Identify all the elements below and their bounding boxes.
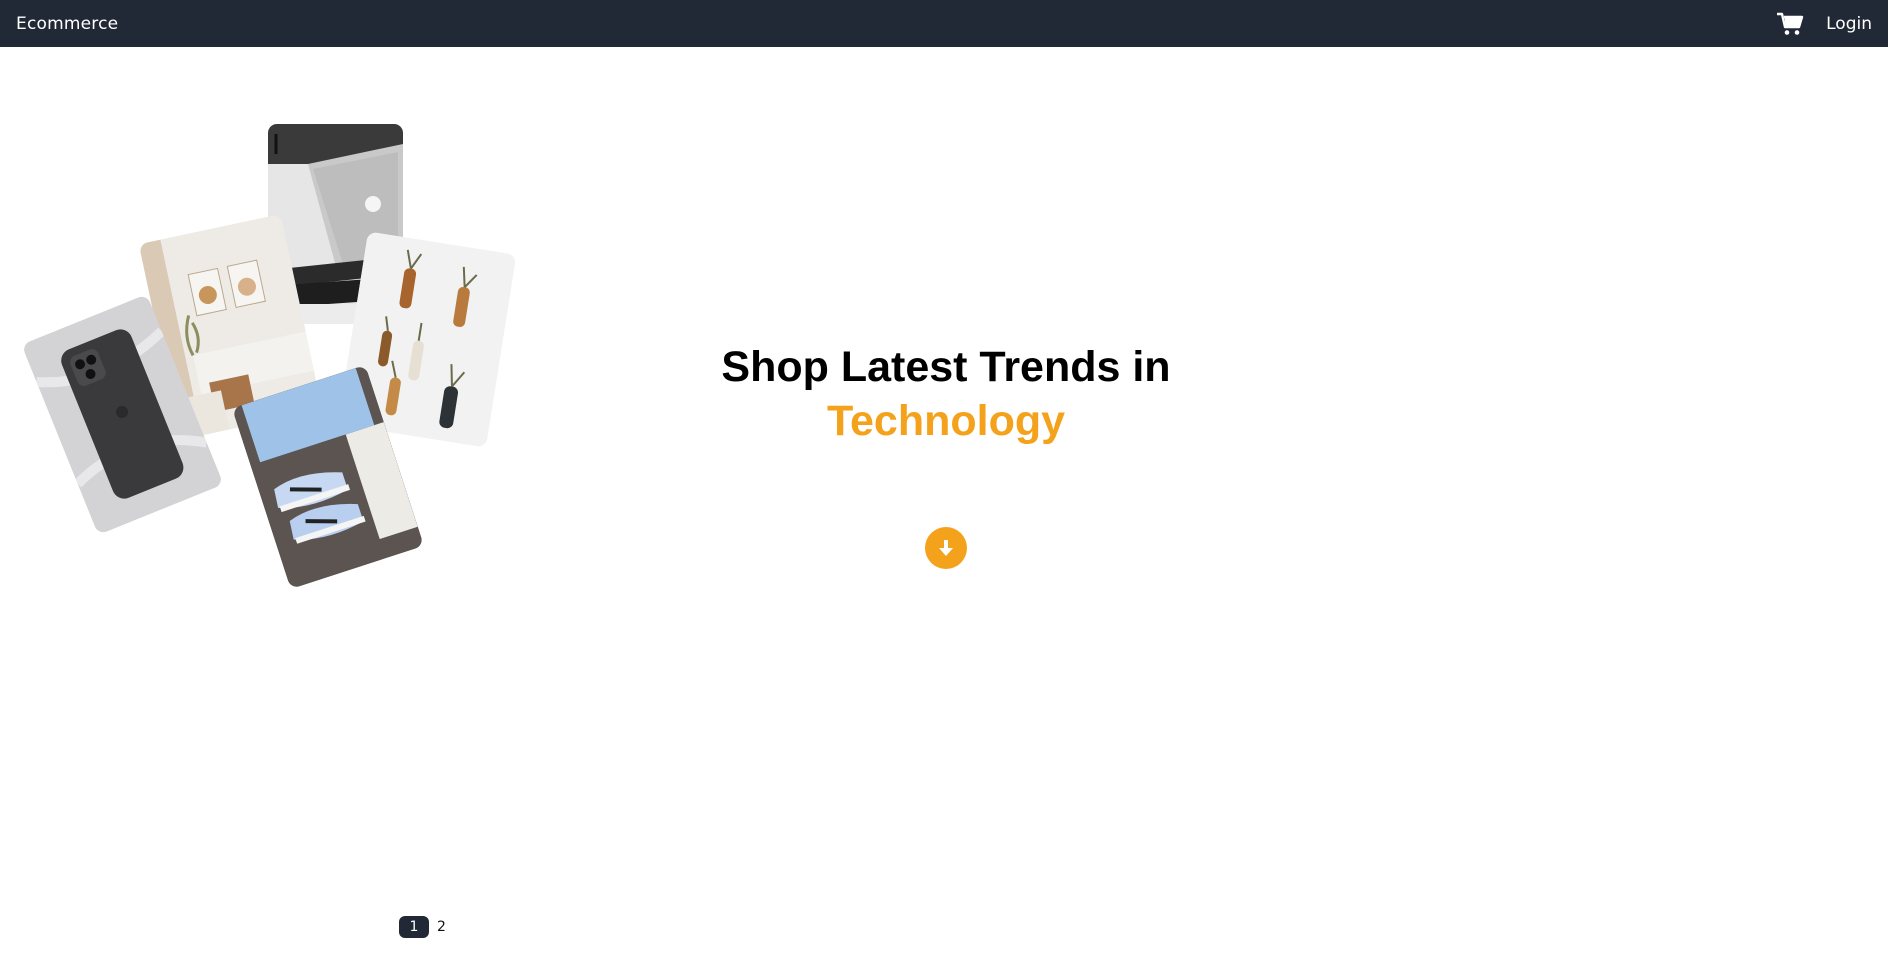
arrow-down-icon	[939, 540, 953, 556]
top-navbar: Ecommerce Login	[0, 0, 1888, 47]
page-button-2[interactable]: 2	[437, 919, 446, 935]
carousel-pagination: 1 2	[399, 916, 446, 938]
shopping-cart-icon[interactable]	[1776, 11, 1804, 37]
product-photo-collage	[0, 47, 560, 589]
page-button-1[interactable]: 1	[399, 916, 429, 938]
brand-link[interactable]: Ecommerce	[16, 14, 118, 34]
hero-highlight: Technology	[826, 397, 1066, 445]
scroll-down-button[interactable]	[925, 527, 967, 569]
login-link[interactable]: Login	[1826, 14, 1872, 34]
hero-title: Shop Latest Trends in	[721, 343, 1171, 391]
navbar-actions: Login	[1776, 11, 1872, 37]
hero-heading: Shop Latest Trends in Technology	[700, 340, 1192, 448]
